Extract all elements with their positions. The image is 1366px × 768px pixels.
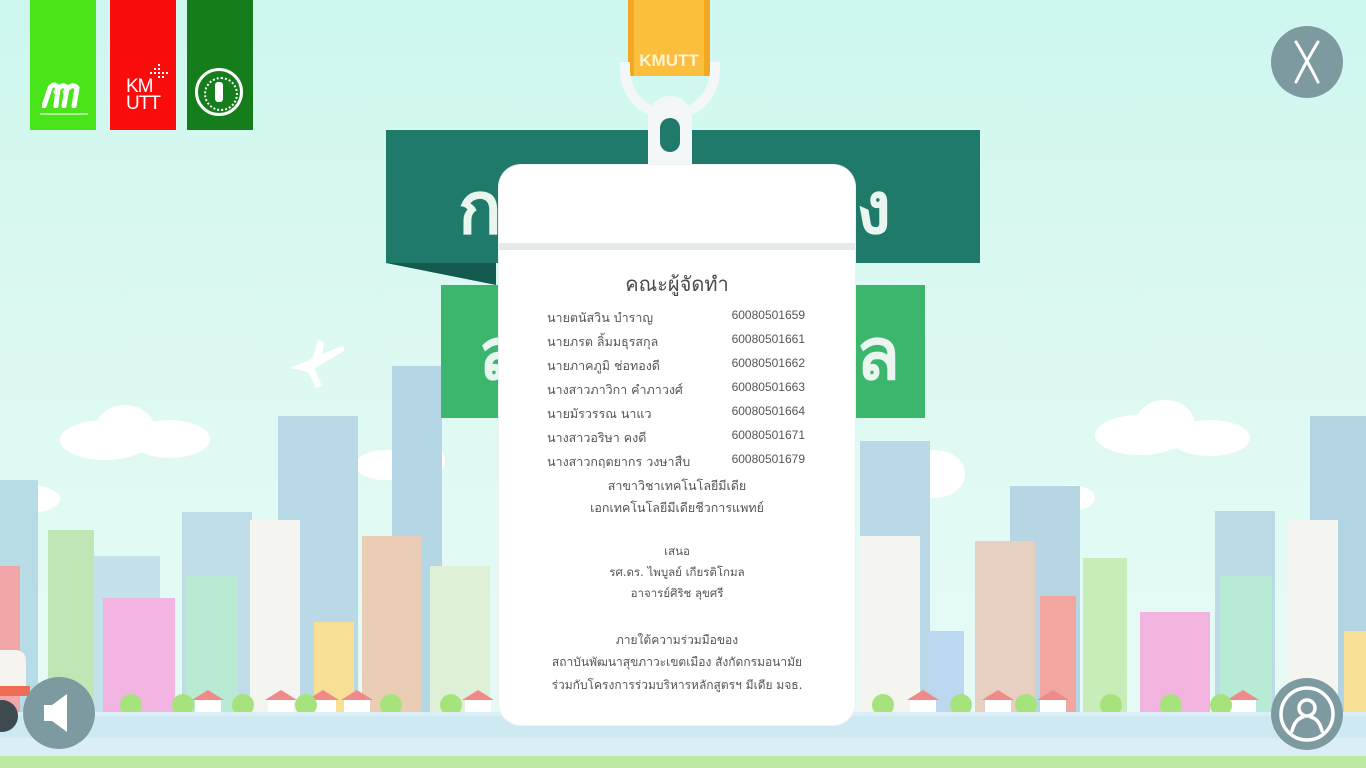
collab-line-2: ร่วมกับโครงการร่วมบริหารหลักสูตรฯ มีเดีย… — [551, 678, 803, 692]
member-id: 60080501679 — [731, 452, 805, 466]
member-row: นางสาวอริษา คงดี 60080501671 — [547, 428, 805, 448]
member-name: นายตนัสวิน บำราญ — [547, 310, 654, 325]
member-id: 60080501663 — [731, 380, 805, 394]
credits-button[interactable] — [1271, 678, 1343, 750]
ministry-logo — [187, 0, 253, 130]
airplane-icon — [290, 340, 344, 388]
member-row: นายมัรวรรณ นาแว 60080501664 — [547, 404, 805, 424]
member-row: นายตนัสวิน บำราญ 60080501659 — [547, 308, 805, 328]
kmutt-logo-text: KM UTT — [126, 76, 161, 114]
sound-button[interactable] — [23, 677, 95, 749]
user-icon — [1279, 686, 1335, 742]
member-id: 60080501671 — [731, 428, 805, 442]
member-id: 60080501659 — [731, 308, 805, 322]
major-text: เอกเทคโนโลยีมีเดียชีวการแพทย์ — [590, 500, 764, 515]
member-name: นางสาวภาวิกา คำภาวงศ์ — [547, 382, 683, 397]
member-name: นายมัรวรรณ นาแว — [547, 406, 652, 421]
member-row: นายภรต ลิ้มมธุรสกุล 60080501661 — [547, 332, 805, 352]
credits-title: คณะผู้จัดทำ — [625, 272, 729, 296]
collab-label: ภายใต้ความร่วมมือของ — [615, 633, 739, 647]
member-id: 60080501662 — [731, 356, 805, 370]
member-id: 60080501664 — [731, 404, 805, 418]
collab-line-1: สถาบันพัฒนาสุขภาวะเขตเมือง สังกัดกรมอนาม… — [551, 655, 803, 669]
present-label: เสนอ — [664, 544, 690, 558]
advisor-2: อาจารย์ศิริช ลุขศรี — [630, 586, 724, 600]
member-row: นางสาวภาวิกา คำภาวงศ์ 60080501663 — [547, 380, 805, 400]
member-row: นายภาคภูมิ ช่อทองดี 60080501662 — [547, 356, 805, 376]
m-media-technology-logo — [42, 82, 80, 108]
member-row: นางสาวกฤตยากร วงษาสืบ 60080501679 — [547, 452, 805, 472]
close-button[interactable] — [1271, 26, 1343, 98]
member-name: นายภาคภูมิ ช่อทองดี — [547, 358, 660, 373]
member-name: นายภรต ลิ้มมธุรสกุล — [547, 334, 659, 349]
media-technology-logo — [30, 0, 96, 130]
department-text: สาขาวิชาเทคโนโลยีมีเดีย — [607, 478, 747, 493]
member-name: นางสาวอริษา คงดี — [547, 430, 647, 445]
speaker-icon — [44, 694, 67, 732]
advisor-1: รศ.ดร. ไพบูลย์ เกียรติโกมล — [609, 565, 745, 579]
kmutt-logo: KM UTT — [110, 0, 176, 130]
close-x-icon — [1294, 40, 1320, 84]
ministry-of-public-health-seal — [195, 68, 243, 116]
member-name: นางสาวกฤตยากร วงษาสืบ — [547, 454, 691, 469]
member-id: 60080501661 — [731, 332, 805, 346]
